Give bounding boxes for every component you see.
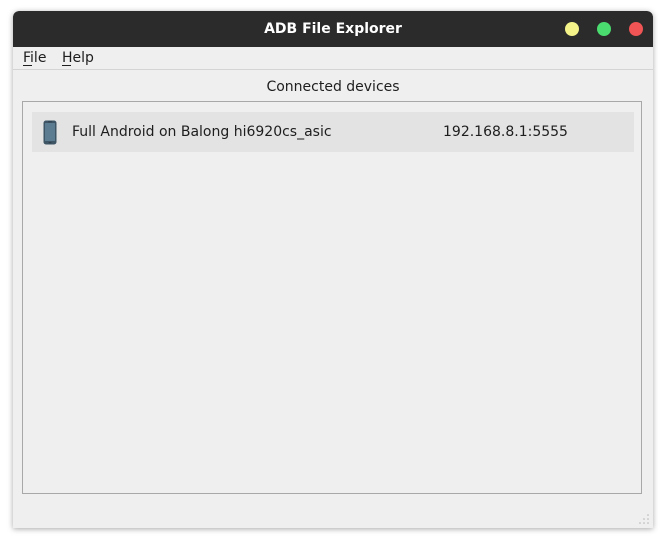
smartphone-icon (43, 120, 57, 145)
close-button[interactable] (629, 22, 643, 36)
menu-file-label: File (23, 50, 47, 66)
app-window: ADB File Explorer File Help Connected de… (13, 11, 653, 528)
resize-grip-icon[interactable] (639, 514, 649, 524)
window-title: ADB File Explorer (264, 21, 402, 37)
device-row[interactable]: Full Android on Balong hi6920cs_asic 192… (32, 112, 634, 152)
mnemonic-underline (62, 65, 71, 66)
menu-help-label: Help (62, 50, 94, 66)
devices-heading: Connected devices (266, 79, 400, 95)
maximize-button[interactable] (597, 22, 611, 36)
device-address: 192.168.8.1:5555 (443, 124, 568, 140)
menu-help[interactable]: Help (62, 47, 94, 69)
title-bar[interactable]: ADB File Explorer (13, 11, 653, 47)
device-list[interactable]: Full Android on Balong hi6920cs_asic 192… (22, 101, 642, 494)
minimize-button[interactable] (565, 22, 579, 36)
menu-bar: File Help (13, 47, 653, 70)
mnemonic-underline (23, 65, 32, 66)
device-name: Full Android on Balong hi6920cs_asic (72, 124, 332, 140)
menu-file[interactable]: File (23, 47, 46, 69)
